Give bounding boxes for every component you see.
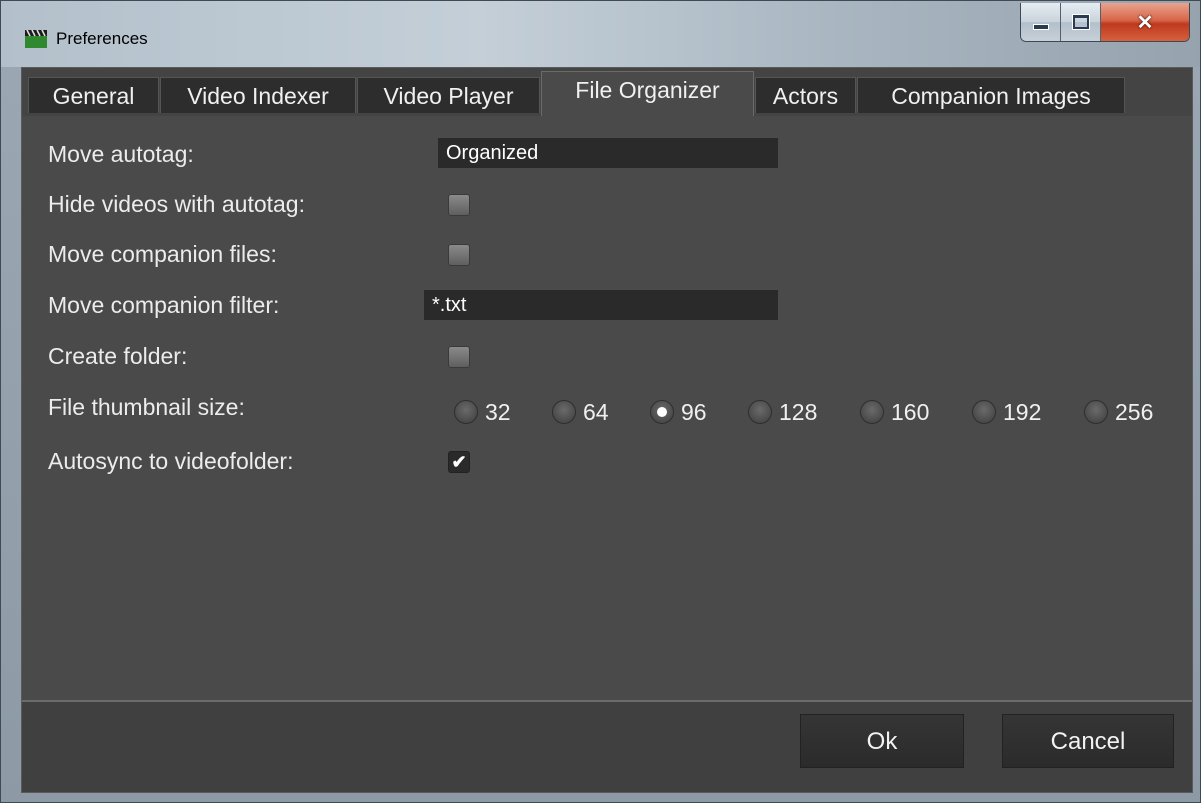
radio-label: 96 bbox=[681, 398, 707, 425]
radio-label: 32 bbox=[485, 398, 511, 425]
radio-button[interactable] bbox=[454, 400, 478, 424]
clapperboard-icon bbox=[25, 30, 47, 48]
maximize-button[interactable] bbox=[1061, 3, 1101, 41]
thumbnail-size-option[interactable]: 256 bbox=[1084, 396, 1153, 428]
hide-videos-label: Hide videos with autotag: bbox=[48, 191, 305, 217]
tab-actors[interactable]: Actors bbox=[755, 77, 856, 113]
cancel-button[interactable]: Cancel bbox=[1002, 714, 1174, 768]
thumbnail-size-option[interactable]: 128 bbox=[748, 396, 817, 428]
move-autotag-label: Move autotag: bbox=[48, 141, 194, 167]
thumbnail-size-option[interactable]: 192 bbox=[972, 396, 1041, 428]
radio-label: 160 bbox=[891, 398, 930, 425]
maximize-icon bbox=[1071, 14, 1090, 30]
tab-companion-images[interactable]: Companion Images bbox=[857, 77, 1125, 113]
move-companion-files-label: Move companion files: bbox=[48, 241, 277, 267]
minimize-icon bbox=[1032, 24, 1049, 30]
thumbnail-size-option[interactable]: 64 bbox=[552, 396, 609, 428]
tab-video-indexer[interactable]: Video Indexer bbox=[160, 77, 356, 113]
tab-general[interactable]: General bbox=[28, 77, 159, 113]
title-bar[interactable]: Preferences ✕ bbox=[1, 1, 1200, 67]
radio-button[interactable] bbox=[972, 400, 996, 424]
radio-button[interactable] bbox=[552, 400, 576, 424]
move-autotag-input[interactable]: Organized bbox=[438, 138, 778, 168]
radio-button[interactable] bbox=[1084, 400, 1108, 424]
tab-video-player[interactable]: Video Player bbox=[357, 77, 540, 113]
move-companion-filter-label: Move companion filter: bbox=[48, 292, 280, 318]
thumbnail-size-option[interactable]: 160 bbox=[860, 396, 929, 428]
ok-button[interactable]: Ok bbox=[800, 714, 964, 768]
hide-videos-checkbox[interactable] bbox=[448, 194, 470, 216]
tab-file-organizer[interactable]: File Organizer bbox=[541, 71, 754, 116]
tab-bar: General Video Indexer Video Player File … bbox=[22, 68, 1192, 116]
window-controls: ✕ bbox=[1020, 3, 1190, 42]
autosync-label: Autosync to videofolder: bbox=[48, 448, 294, 474]
dialog-content: General Video Indexer Video Player File … bbox=[21, 67, 1193, 793]
move-companion-files-checkbox[interactable] bbox=[448, 244, 470, 266]
thumbnail-size-option[interactable]: 32 bbox=[454, 396, 511, 428]
radio-label: 192 bbox=[1003, 398, 1042, 425]
radio-button-selected[interactable] bbox=[650, 400, 674, 424]
thumbnail-size-option[interactable]: 96 bbox=[650, 396, 707, 428]
create-folder-label: Create folder: bbox=[48, 343, 188, 369]
thumbnail-size-label: File thumbnail size: bbox=[48, 394, 245, 420]
radio-button[interactable] bbox=[860, 400, 884, 424]
preferences-window: Preferences ✕ General Video Indexer Vide… bbox=[0, 0, 1201, 803]
minimize-button[interactable] bbox=[1021, 3, 1061, 41]
close-button[interactable]: ✕ bbox=[1101, 3, 1189, 41]
dialog-footer: Ok Cancel bbox=[22, 702, 1192, 792]
autosync-checkbox[interactable]: ✔ bbox=[448, 451, 470, 473]
move-companion-filter-input[interactable]: *.txt bbox=[424, 290, 778, 320]
radio-button[interactable] bbox=[748, 400, 772, 424]
radio-label: 128 bbox=[779, 398, 818, 425]
file-organizer-panel: Move autotag: Organized Hide videos with… bbox=[22, 116, 1192, 702]
create-folder-checkbox[interactable] bbox=[448, 346, 470, 368]
radio-label: 256 bbox=[1115, 398, 1154, 425]
radio-label: 64 bbox=[583, 398, 609, 425]
close-icon: ✕ bbox=[1136, 11, 1154, 34]
window-title: Preferences bbox=[56, 29, 148, 48]
